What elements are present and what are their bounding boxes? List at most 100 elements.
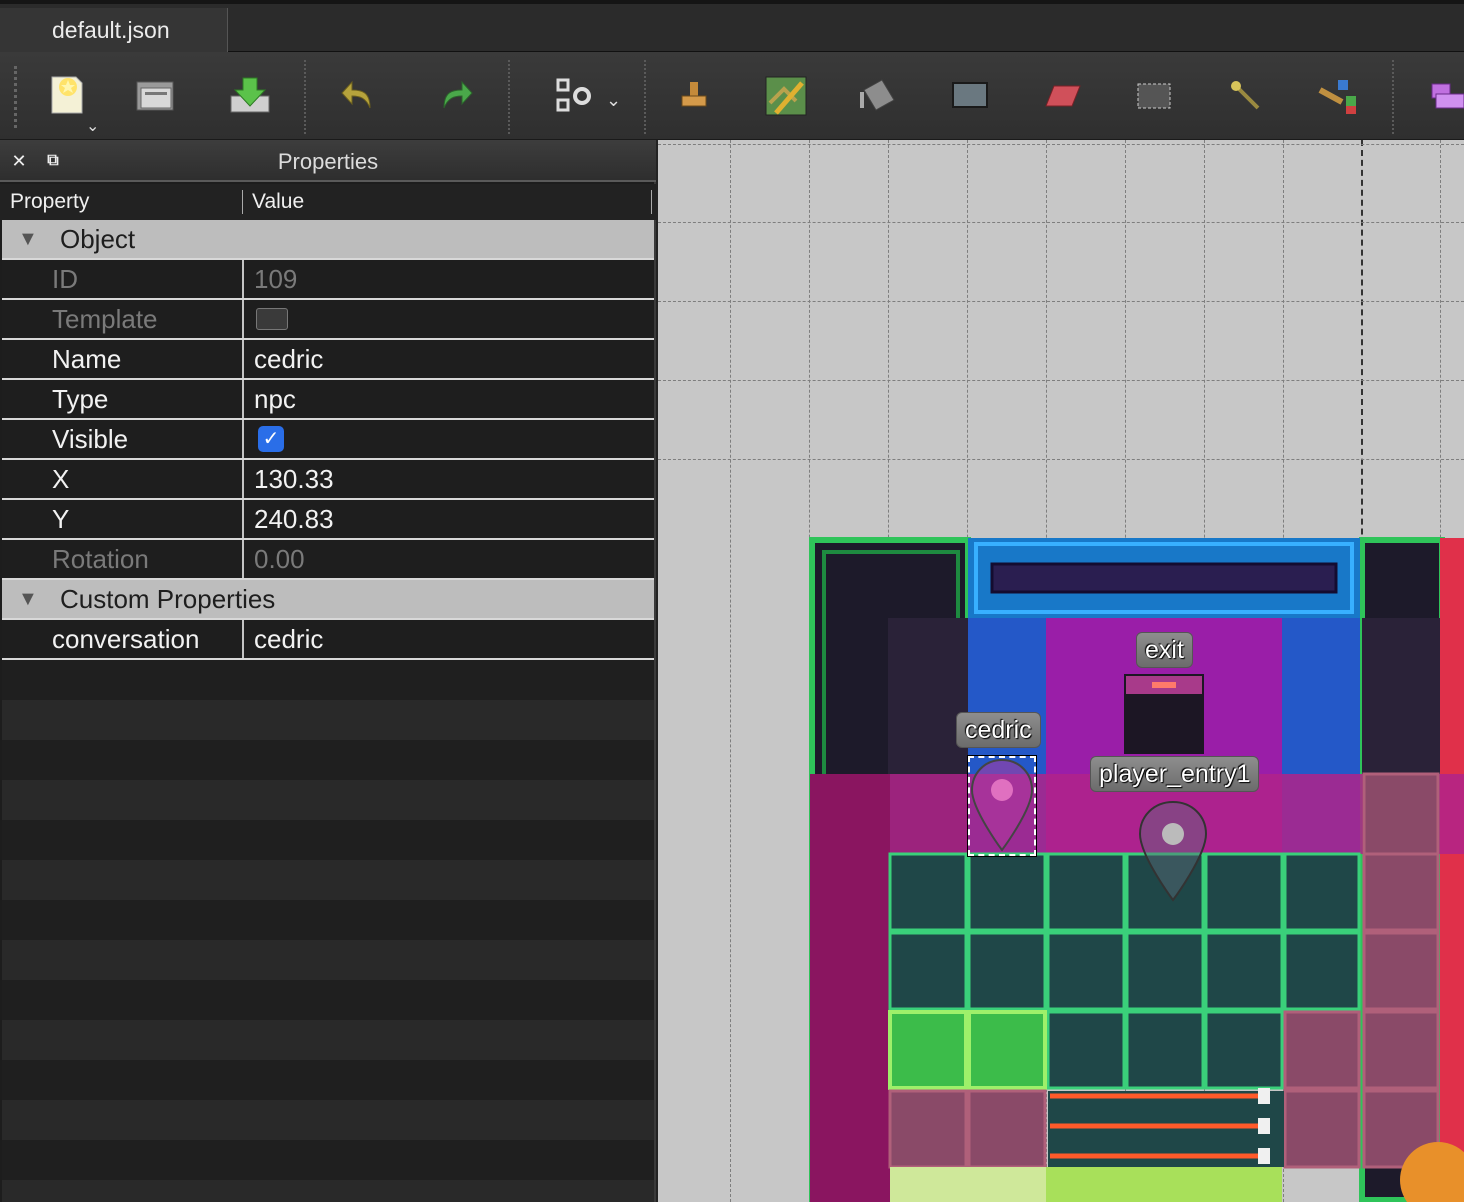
toolbar-grip[interactable]: [14, 66, 18, 128]
id-label: ID: [52, 264, 78, 294]
command-button[interactable]: [542, 64, 606, 128]
folder-icon: [136, 81, 174, 111]
property-row-y[interactable]: Y 240.83: [2, 500, 654, 538]
float-window-icon[interactable]: ⧉: [42, 150, 64, 172]
gears-icon: [556, 78, 591, 112]
magic-wand-icon: [1231, 81, 1260, 110]
select-objects-icon: [1431, 83, 1464, 109]
group-custom-properties[interactable]: ▼ Custom Properties: [2, 580, 654, 618]
group-label: Custom Properties: [60, 584, 276, 614]
cell-divider: [242, 620, 244, 658]
toolbar-separator: [1392, 60, 1394, 134]
empty-row: [2, 940, 654, 980]
cell-divider: [242, 420, 244, 458]
tab-default-json[interactable]: default.json: [0, 8, 228, 52]
redo-button[interactable]: [422, 64, 486, 128]
property-row-id: ID 109: [2, 260, 654, 298]
visible-label: Visible: [52, 424, 129, 454]
toolbar-separator: [644, 60, 646, 134]
column-divider: [651, 190, 652, 214]
conversation-value[interactable]: cedric: [254, 620, 323, 658]
type-value[interactable]: npc: [254, 380, 296, 418]
group-label: Object: [60, 224, 136, 254]
y-value[interactable]: 240.83: [254, 500, 334, 538]
empty-row: [2, 820, 654, 860]
object-label-player-entry1[interactable]: player_entry1: [1090, 756, 1260, 792]
empty-row: [2, 740, 654, 780]
rect-select-button[interactable]: [1122, 64, 1186, 128]
chevron-down-icon[interactable]: ⌄: [606, 90, 621, 111]
conversation-label: conversation: [52, 624, 200, 654]
empty-row: [2, 1100, 654, 1140]
undo-button[interactable]: [328, 64, 392, 128]
properties-header: Property Value: [0, 184, 656, 220]
group-object[interactable]: ▼ Object: [2, 220, 654, 258]
document-tab-bar: default.json: [0, 0, 1464, 52]
cell-divider: [242, 380, 244, 418]
value-column-header[interactable]: Value: [252, 184, 304, 220]
cell-divider: [242, 300, 244, 338]
rectangle-fill-icon: [952, 82, 988, 108]
eraser-button[interactable]: [1030, 64, 1094, 128]
empty-row: [2, 980, 654, 1020]
empty-row: [2, 1020, 654, 1060]
property-row-type[interactable]: Type npc: [2, 380, 654, 418]
cell-divider: [242, 500, 244, 538]
collapse-triangle-icon[interactable]: ▼: [18, 580, 38, 618]
magic-wand-button[interactable]: [1214, 64, 1278, 128]
bucket-fill-button[interactable]: [846, 64, 910, 128]
property-row-template: Template: [2, 300, 654, 338]
eraser-icon: [1045, 85, 1081, 107]
map-pin-icon: [970, 758, 1034, 852]
undo-icon: [341, 80, 371, 109]
property-row-x[interactable]: X 130.33: [2, 460, 654, 498]
close-icon[interactable]: ✕: [8, 150, 30, 172]
tab-label: default.json: [52, 17, 170, 43]
cell-divider: [242, 540, 244, 578]
shape-fill-button[interactable]: [938, 64, 1002, 128]
object-label-exit[interactable]: exit: [1136, 632, 1193, 668]
cell-divider: [242, 260, 244, 298]
empty-row: [2, 700, 654, 740]
select-same-tile-button[interactable]: [1306, 64, 1370, 128]
object-name: exit: [1145, 636, 1184, 664]
terrain-brush-button[interactable]: [754, 64, 818, 128]
open-button[interactable]: [124, 64, 188, 128]
object-name: player_entry1: [1099, 760, 1251, 788]
rotation-label: Rotation: [52, 544, 149, 574]
empty-row: [2, 1140, 654, 1180]
property-row-name[interactable]: Name cedric: [2, 340, 654, 378]
property-row-conversation[interactable]: conversation cedric: [2, 620, 654, 658]
visible-checkbox[interactable]: ✓: [258, 426, 284, 452]
name-value[interactable]: cedric: [254, 340, 323, 378]
empty-row: [2, 860, 654, 900]
stamp-brush-button[interactable]: [662, 64, 726, 128]
x-label: X: [52, 464, 70, 494]
map-canvas[interactable]: exit cedric player_entry1: [658, 140, 1464, 1202]
empty-row: [2, 780, 654, 820]
x-value[interactable]: 130.33: [254, 460, 334, 498]
property-column-header[interactable]: Property: [10, 184, 89, 220]
column-divider[interactable]: [242, 190, 243, 214]
object-select-button[interactable]: [1420, 64, 1464, 128]
rotation-value: 0.00: [254, 544, 305, 574]
empty-row: [2, 1180, 654, 1202]
empty-row: [2, 900, 654, 940]
tile-layer-artwork: [809, 537, 1464, 1202]
name-label: Name: [52, 344, 122, 374]
map-pin-icon[interactable]: [1138, 800, 1208, 904]
property-row-visible[interactable]: Visible ✓: [2, 420, 654, 458]
empty-row: [2, 1060, 654, 1100]
collapse-triangle-icon[interactable]: ▼: [18, 220, 38, 258]
properties-title: Properties: [277, 149, 379, 174]
select-same-tile-icon: [1318, 80, 1356, 114]
template-picker-icon[interactable]: [256, 308, 288, 330]
redo-icon: [443, 80, 473, 109]
object-label-cedric[interactable]: cedric: [956, 712, 1041, 748]
save-button[interactable]: [218, 64, 282, 128]
toolbar-separator: [304, 60, 306, 134]
chevron-down-icon[interactable]: ⌄: [86, 116, 99, 136]
main-toolbar: ⌄ ⌄: [0, 52, 1464, 140]
template-label: Template: [52, 304, 158, 334]
selected-object-cedric[interactable]: [967, 755, 1037, 857]
